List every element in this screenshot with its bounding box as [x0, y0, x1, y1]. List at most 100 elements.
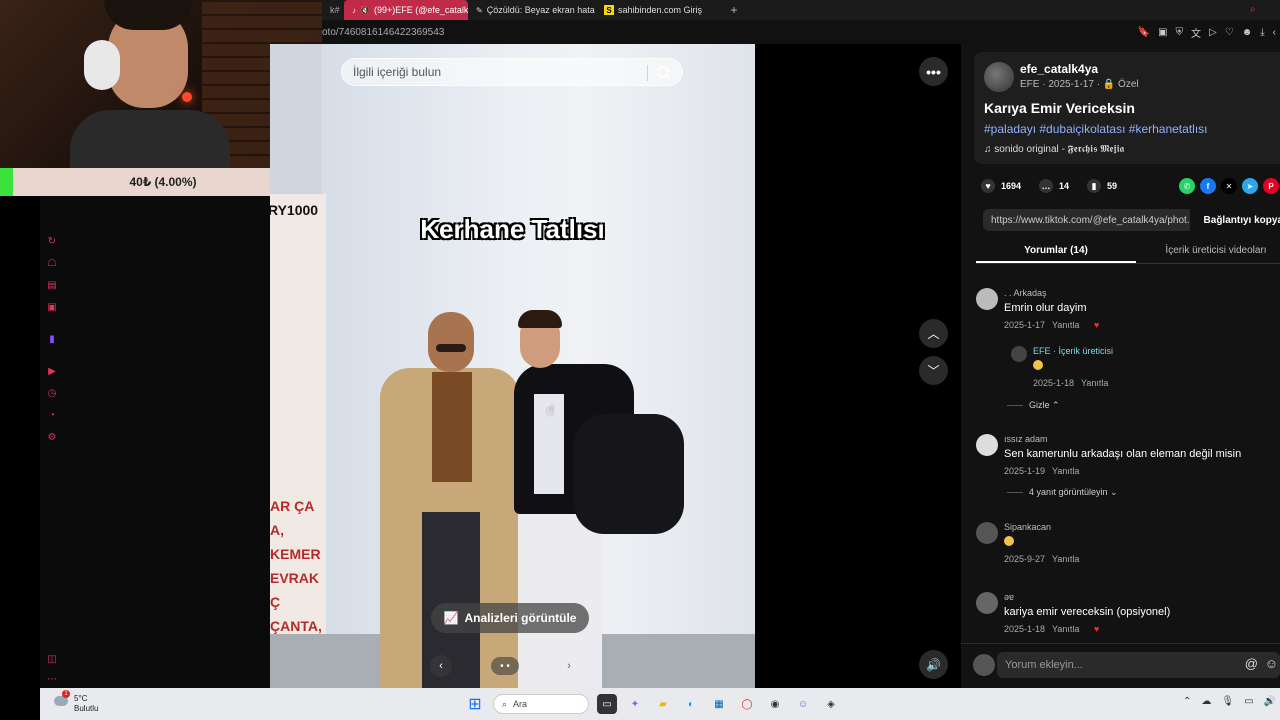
- reply-button[interactable]: Yanıtla: [1052, 320, 1079, 330]
- like-icon[interactable]: ♥: [1094, 624, 1099, 634]
- comment-author[interactable]: ıssız adam: [1004, 434, 1048, 444]
- task-view-icon[interactable]: ▭: [597, 694, 617, 714]
- address-bar[interactable]: oto/7460816146422369543 🔖 ▣ ⛨ 文 ▷ ♡ ☻ ⤓ …: [322, 20, 1280, 44]
- mic-icon[interactable]: 🎙: [1221, 696, 1234, 707]
- previous-video-button[interactable]: ︿: [919, 319, 948, 348]
- donation-text: 40₺ (4.00%): [129, 175, 197, 189]
- discord-icon[interactable]: ☺: [793, 694, 813, 714]
- start-icon[interactable]: ⊞: [465, 694, 485, 714]
- sidebar-settings-icon[interactable]: ⚙: [46, 432, 58, 444]
- sidebar-kick-icon[interactable]: ◫: [46, 654, 58, 666]
- avatar[interactable]: [976, 592, 998, 614]
- sidebar-play-icon[interactable]: ▶: [46, 366, 58, 378]
- telegram-icon[interactable]: ➤: [1242, 178, 1258, 194]
- new-tab-button[interactable]: +: [724, 3, 744, 17]
- like-icon[interactable]: ♥: [1094, 320, 1099, 330]
- screenshot-icon[interactable]: ▣: [1158, 27, 1167, 38]
- chevron-up-icon[interactable]: ⌃: [1183, 696, 1191, 707]
- reply-button[interactable]: Yanıtla: [1052, 466, 1079, 476]
- tab-tiktok[interactable]: ♪ 🔇 (99+)EFE (@efe_catalk: [344, 0, 468, 20]
- sidebar-more-icon[interactable]: ⋯: [46, 674, 58, 686]
- heart-icon[interactable]: ♡: [1225, 27, 1234, 38]
- network-icon[interactable]: ▭: [1244, 696, 1253, 707]
- system-tray: ⌃ ☁ 🎙 ▭ 🔊: [1183, 696, 1276, 707]
- search-tabs-icon[interactable]: ⌕: [1250, 4, 1262, 16]
- sidebar-refresh-icon[interactable]: ↻: [46, 236, 58, 248]
- bookmark-icon[interactable]: 🔖: [1138, 27, 1150, 38]
- emoji-icon[interactable]: ☺: [1265, 656, 1278, 671]
- post-hashtags[interactable]: #paladayı #dubaiçikolatası #kerhanetatlı…: [984, 122, 1207, 136]
- like-button[interactable]: ♥ 1694: [981, 179, 1021, 193]
- volume-button[interactable]: 🔊: [919, 650, 948, 679]
- post-link[interactable]: https://www.tiktok.com/@efe_catalk4ya/ph…: [983, 209, 1190, 231]
- profile-icon[interactable]: ☻: [1242, 27, 1253, 38]
- app-icon[interactable]: ◉: [765, 694, 785, 714]
- copilot-icon[interactable]: ✦: [625, 694, 645, 714]
- facebook-icon[interactable]: f: [1200, 178, 1216, 194]
- steam-icon[interactable]: ◈: [821, 694, 841, 714]
- reply-button[interactable]: Yanıtla: [1081, 378, 1108, 388]
- carousel-prev-button[interactable]: ‹: [430, 655, 452, 677]
- sidebar-robot-icon[interactable]: ☖: [46, 258, 58, 270]
- whatsapp-icon[interactable]: ✆: [1179, 178, 1195, 194]
- mention-icon[interactable]: @: [1245, 656, 1258, 671]
- sidebar-message-icon[interactable]: ▣: [46, 302, 58, 314]
- tab-cozuldu[interactable]: ✎ Çözüldü: Beyaz ekran hata: [468, 0, 596, 20]
- author-username[interactable]: efe_catalk4ya: [1020, 62, 1098, 76]
- view-analytics-button[interactable]: 📈 Analizleri görüntüle: [431, 603, 589, 633]
- comment-icon: …: [1039, 179, 1054, 193]
- sidebar-card-icon[interactable]: ▤: [46, 280, 58, 292]
- translate-icon[interactable]: 文: [1191, 25, 1201, 40]
- comment-input[interactable]: Yorum ekleyin...: [997, 652, 1280, 678]
- related-search-input[interactable]: İlgili içeriği bulun: [341, 58, 683, 86]
- onedrive-icon[interactable]: ☁: [1201, 696, 1211, 707]
- comment-author[interactable]: Sipankacan: [1004, 522, 1051, 532]
- comment-author[interactable]: EFE · İçerik üreticisi: [1033, 346, 1113, 356]
- taskbar-search[interactable]: ⌕ Ara: [493, 694, 589, 714]
- link-row: https://www.tiktok.com/@efe_catalk4ya/ph…: [983, 209, 1280, 231]
- search-icon[interactable]: [656, 65, 672, 81]
- tiktok-icon: ♪: [352, 5, 356, 15]
- sidebar-clock-icon[interactable]: ◷: [46, 388, 58, 400]
- reply-button[interactable]: Yanıtla: [1052, 624, 1079, 634]
- tab-creator-videos[interactable]: İçerik üreticisi videoları: [1136, 240, 1280, 263]
- hide-replies-button[interactable]: Gizle ⌃: [1007, 400, 1060, 411]
- mute-icon[interactable]: 🔇: [360, 5, 370, 15]
- copy-link-button[interactable]: Bağlantıyı kopya: [1190, 215, 1280, 226]
- edge-icon[interactable]: ◐: [681, 694, 701, 714]
- pinterest-icon[interactable]: P: [1263, 178, 1279, 194]
- opera-icon[interactable]: ◯: [737, 694, 757, 714]
- avatar[interactable]: [1011, 346, 1027, 362]
- comment-button[interactable]: … 14: [1039, 179, 1069, 193]
- file-explorer-icon[interactable]: ▰: [653, 694, 673, 714]
- avatar[interactable]: [976, 522, 998, 544]
- view-replies-button[interactable]: 4 yanıt görüntüleyin ⌄: [1007, 487, 1118, 498]
- save-button[interactable]: ▮ 59: [1087, 179, 1117, 193]
- back-icon[interactable]: ‹: [1273, 27, 1276, 38]
- carousel-next-button[interactable]: ›: [558, 655, 580, 677]
- sidebar-chat-icon[interactable]: ◔: [46, 410, 58, 422]
- shield-icon[interactable]: ⛨: [1176, 27, 1184, 38]
- avatar[interactable]: [976, 288, 998, 310]
- post-music[interactable]: ♫ sonido original - 𝕱𝖊𝖗𝖈𝖍𝖎𝖘 𝕸𝖊𝖏𝖎𝖆: [984, 144, 1124, 155]
- download-icon[interactable]: ⤓: [1260, 27, 1264, 38]
- reply-button[interactable]: Yanıtla: [1052, 554, 1079, 564]
- weather-temp: 5°C: [74, 694, 88, 703]
- volume-icon[interactable]: 🔊: [1264, 696, 1276, 707]
- more-options-button[interactable]: •••: [919, 57, 948, 86]
- author-avatar[interactable]: [984, 62, 1014, 92]
- tab-comments[interactable]: Yorumlar (14): [976, 240, 1136, 263]
- x-icon[interactable]: ✕: [1221, 178, 1237, 194]
- comment-author[interactable]: ǝɐ: [1004, 592, 1014, 602]
- video-photo[interactable]: AR ÇAA, KEMEREVRAK ÇÇANTA,NTASI ÇKAT MAR…: [270, 44, 755, 688]
- play-icon[interactable]: ▷: [1209, 27, 1217, 38]
- store-icon[interactable]: ▦: [709, 694, 729, 714]
- sidebar-twitch-icon[interactable]: ▮: [46, 334, 58, 346]
- tab-sahibinden[interactable]: S sahibinden.com Giriş: [596, 0, 724, 20]
- comment-date: 2025-9-27: [1004, 554, 1046, 564]
- comment-item: . . Arkadaş Emrin olur dayim 2025-1-17 Y…: [976, 288, 1276, 338]
- comment-author[interactable]: . . Arkadaş: [1004, 288, 1047, 298]
- next-video-button[interactable]: ﹀: [919, 356, 948, 385]
- avatar[interactable]: [976, 434, 998, 456]
- tab-partial[interactable]: k#: [322, 0, 344, 20]
